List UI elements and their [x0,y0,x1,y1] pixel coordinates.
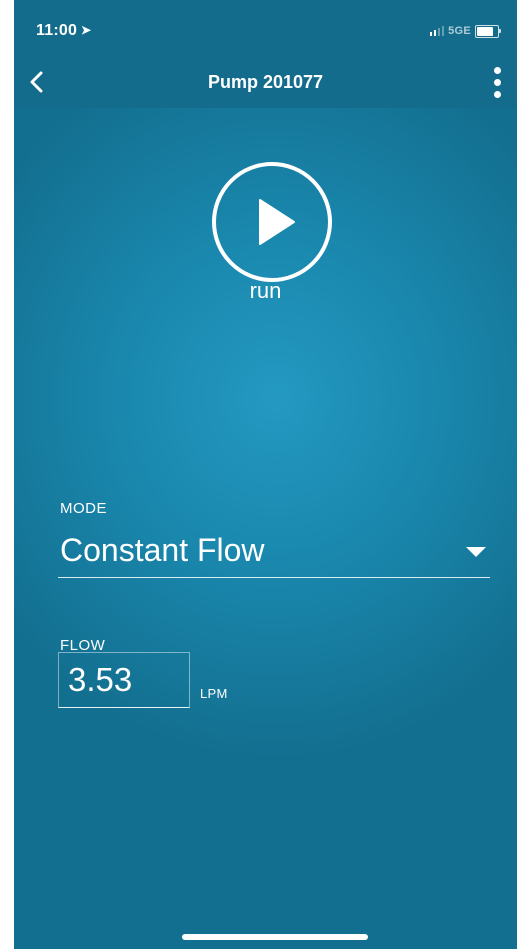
mode-select[interactable]: Constant Flow [58,525,490,578]
signal-strength-icon [429,26,445,36]
status-indicators: 5GE [429,24,501,38]
battery-icon [475,24,501,38]
flow-unit: LPM [200,686,228,701]
home-indicator[interactable] [182,934,368,940]
status-bar: 11:00 ➤ 5GE [14,0,517,56]
network-type: 5GE [448,25,471,37]
flow-input[interactable]: 3.53 [58,652,190,708]
flow-value: 3.53 [68,661,133,698]
navigation-bar: Pump 201077 [14,56,517,108]
battery-level [477,26,493,36]
location-arrow-icon: ➤ [81,23,92,37]
vertical-ellipsis-icon[interactable] [485,64,509,100]
status-time-text: 11:00 [36,22,78,39]
status-time: 11:00 ➤ [36,22,91,40]
run-label: run [249,278,282,303]
page-title: Pump 201077 [207,72,324,92]
mode-value: Constant Flow [60,532,265,568]
mode-label: MODE [60,500,107,517]
pump-screen: 11:00 ➤ 5GE Pump 201077 run MODE Constan… [14,0,517,949]
caret-down-icon [466,547,486,557]
play-circle-icon[interactable] [210,160,334,284]
